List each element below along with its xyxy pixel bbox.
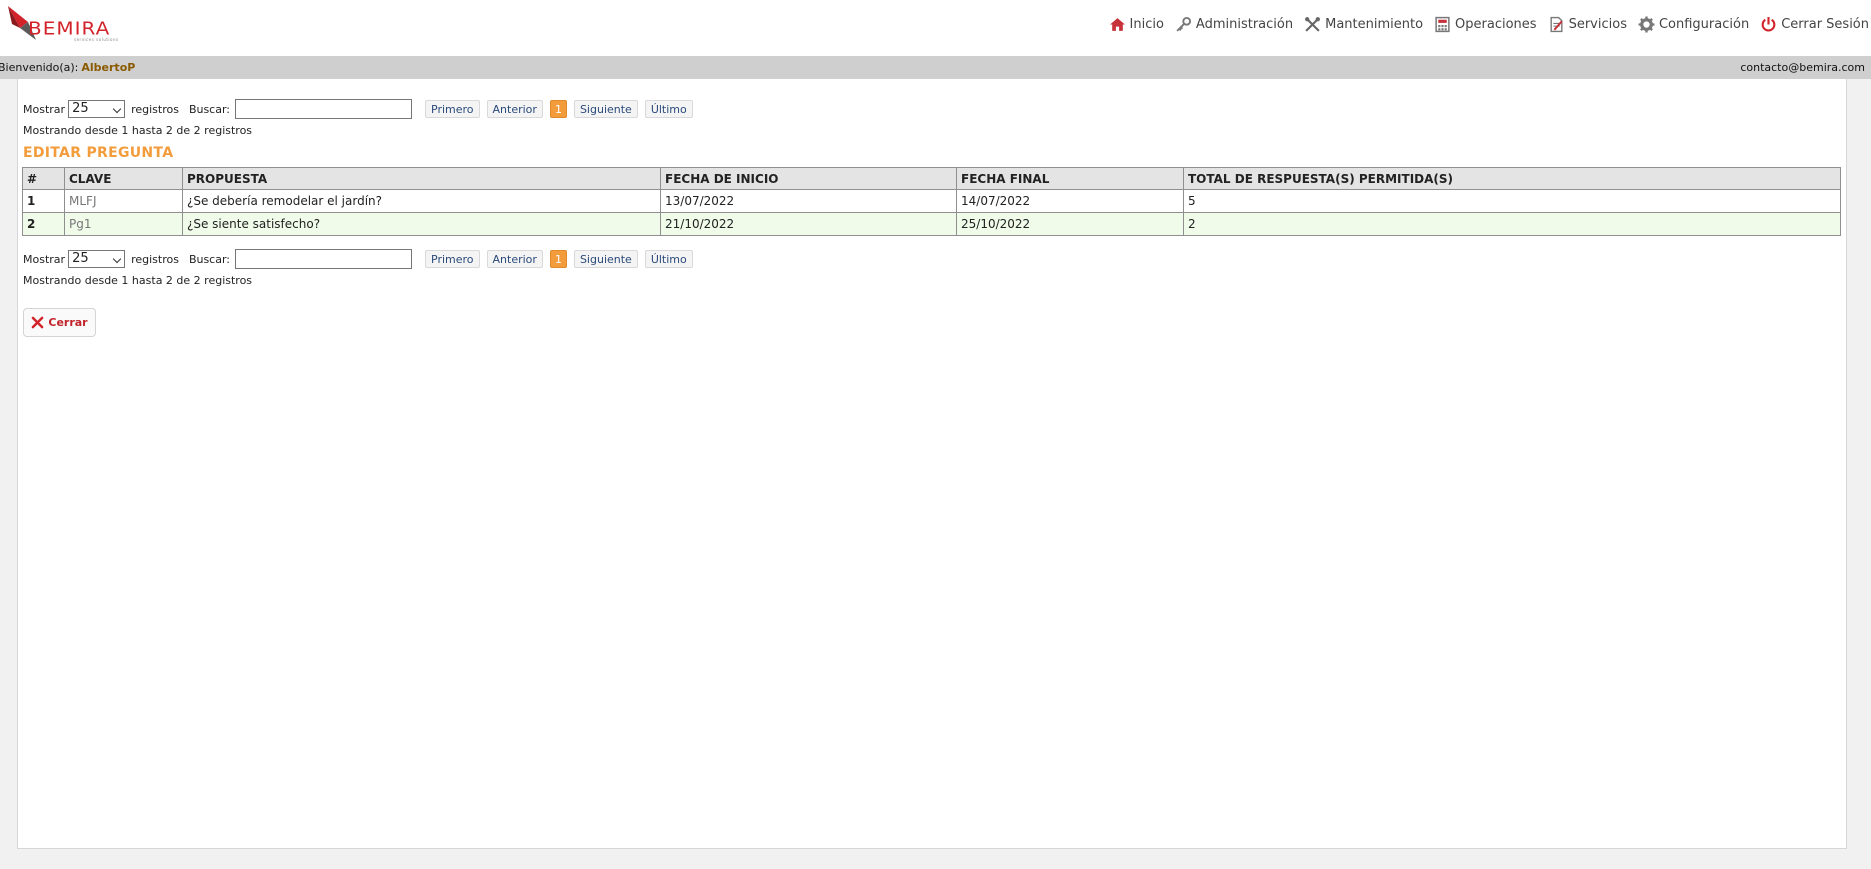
home-icon	[1109, 17, 1125, 31]
col-header-index[interactable]: #	[22, 167, 65, 190]
welcome-user: AlbertoP	[81, 61, 136, 74]
nav-label: Inicio	[1129, 16, 1164, 32]
col-header-fecha-inicio[interactable]: FECHA DE INICIO	[660, 167, 957, 190]
pagination: Primero Anterior 1 Siguiente Último	[425, 250, 700, 268]
nav-cerrar-sesion[interactable]: Cerrar Sesión	[1760, 16, 1869, 33]
records-label: registros	[131, 102, 179, 116]
top-bar: BEMIRA services solutions Inicio Adminis…	[0, 0, 1871, 56]
current-page-button[interactable]: 1	[549, 100, 567, 118]
col-header-total-respuestas[interactable]: TOTAL DE RESPUESTA(S) PERMITIDA(S)	[1183, 167, 1841, 190]
power-icon	[1761, 16, 1776, 31]
page-size-select[interactable]: 25	[68, 250, 126, 268]
search-label: Buscar:	[188, 102, 231, 116]
questions-table: # CLAVE PROPUESTA FECHA DE INICIO FECHA …	[22, 167, 1841, 236]
current-page-button[interactable]: 1	[549, 250, 567, 268]
cell-propuesta: ¿Se siente satisfecho?	[182, 212, 661, 236]
main-nav: Inicio Administración Mantenimiento Oper…	[1098, 14, 1869, 34]
nav-servicios[interactable]: Servicios	[1548, 16, 1627, 33]
search-input[interactable]	[235, 99, 413, 119]
page-size-value: 25	[72, 251, 89, 266]
nav-configuracion[interactable]: Configuración	[1638, 16, 1749, 33]
next-page-button[interactable]: Siguiente	[573, 100, 638, 118]
close-icon	[32, 316, 44, 329]
first-page-button[interactable]: Primero	[425, 250, 480, 268]
document-icon	[1550, 16, 1563, 32]
search-input[interactable]	[235, 249, 413, 269]
chevron-down-icon	[112, 254, 122, 264]
bemira-logo[interactable]: BEMIRA services solutions	[6, 4, 136, 50]
welcome-bar: Bienvenido(a): AlbertoP contacto@bemira.c…	[0, 56, 1871, 79]
table-controls-bottom: Mostrar 25 registros Buscar: Primero Ant…	[23, 248, 700, 270]
logo-wordmark: BEMIRA	[28, 17, 111, 39]
nav-label: Mantenimiento	[1325, 16, 1424, 32]
logo-tagline: services solutions	[74, 37, 119, 42]
records-info-bottom: Mostrando desde 1 hasta 2 de 2 registros	[23, 274, 253, 287]
close-button[interactable]: Cerrar	[23, 308, 96, 337]
col-header-propuesta[interactable]: PROPUESTA	[182, 167, 661, 190]
records-label: registros	[131, 252, 179, 266]
first-page-button[interactable]: Primero	[425, 100, 480, 118]
nav-administracion[interactable]: Administración	[1175, 16, 1293, 33]
last-page-button[interactable]: Último	[644, 100, 693, 118]
welcome-text: Bienvenido(a): AlbertoP	[0, 56, 135, 79]
records-info-top: Mostrando desde 1 hasta 2 de 2 registros	[23, 124, 253, 137]
nav-label: Servicios	[1568, 16, 1627, 32]
gear-icon	[1638, 16, 1655, 32]
cell-fecha-inicio: 13/07/2022	[660, 189, 957, 213]
welcome-prefix: Bienvenido(a):	[0, 61, 79, 74]
table-row[interactable]: 1 MLFJ ¿Se debería remodelar el jardín? …	[22, 189, 1841, 213]
close-button-label: Cerrar	[48, 316, 88, 329]
last-page-button[interactable]: Último	[644, 250, 693, 268]
col-header-fecha-final[interactable]: FECHA FINAL	[956, 167, 1184, 190]
cell-total-respuestas: 5	[1183, 189, 1841, 213]
cell-index: 1	[22, 189, 65, 213]
cell-index: 2	[22, 212, 65, 236]
tools-icon	[1305, 16, 1321, 32]
table-controls-top: Mostrar 25 registros Buscar: Primero Ant…	[23, 98, 700, 120]
table-header-row: # CLAVE PROPUESTA FECHA DE INICIO FECHA …	[22, 167, 1841, 190]
show-label: Mostrar	[23, 252, 66, 266]
cell-propuesta: ¿Se debería remodelar el jardín?	[182, 189, 661, 213]
nav-mantenimiento[interactable]: Mantenimiento	[1304, 16, 1423, 33]
page-size-value: 25	[72, 101, 89, 116]
nav-label: Administración	[1195, 16, 1294, 32]
cell-clave[interactable]: MLFJ	[64, 189, 183, 213]
main-panel: Mostrar 25 registros Buscar: Primero Ant…	[17, 79, 1847, 849]
prev-page-button[interactable]: Anterior	[486, 100, 543, 118]
nav-label: Cerrar Sesión	[1781, 16, 1869, 32]
next-page-button[interactable]: Siguiente	[573, 250, 638, 268]
nav-label: Operaciones	[1455, 16, 1537, 32]
contact-email: contacto@bemira.com	[1740, 61, 1865, 74]
nav-label: Configuración	[1658, 16, 1750, 32]
pagination: Primero Anterior 1 Siguiente Último	[425, 100, 700, 118]
cell-total-respuestas: 2	[1183, 212, 1841, 236]
cell-clave[interactable]: Pg1	[64, 212, 183, 236]
prev-page-button[interactable]: Anterior	[486, 250, 543, 268]
nav-inicio[interactable]: Inicio	[1109, 16, 1164, 33]
col-header-clave[interactable]: CLAVE	[64, 167, 183, 190]
nav-operaciones[interactable]: Operaciones	[1434, 16, 1537, 33]
calculator-icon	[1435, 16, 1450, 32]
page-size-select[interactable]: 25	[68, 100, 126, 118]
key-icon	[1176, 16, 1191, 32]
cell-fecha-final: 25/10/2022	[956, 212, 1184, 236]
search-label: Buscar:	[188, 252, 231, 266]
cell-fecha-inicio: 21/10/2022	[660, 212, 957, 236]
cell-fecha-final: 14/07/2022	[956, 189, 1184, 213]
show-label: Mostrar	[23, 102, 66, 116]
chevron-down-icon	[112, 104, 122, 114]
table-row[interactable]: 2 Pg1 ¿Se siente satisfecho? 21/10/2022 …	[22, 212, 1841, 236]
page-title: EDITAR PREGUNTA	[23, 145, 174, 161]
